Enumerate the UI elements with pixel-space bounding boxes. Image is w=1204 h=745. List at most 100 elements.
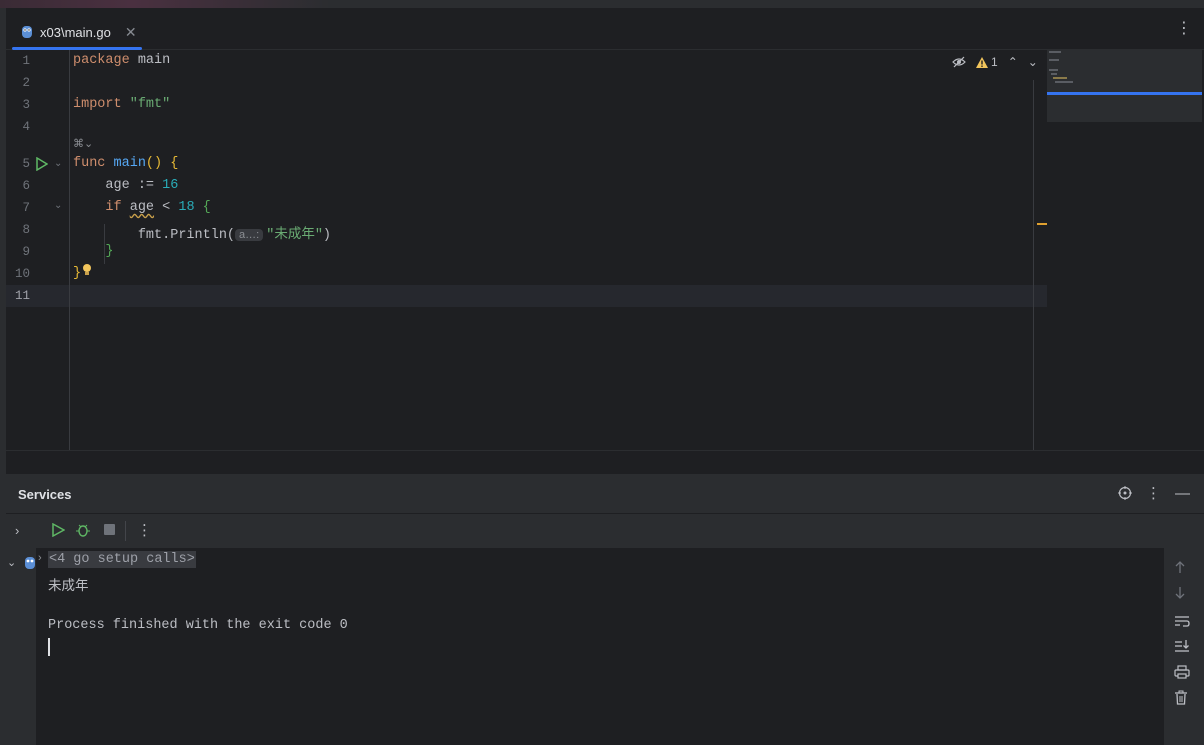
close-brace: } (73, 266, 82, 281)
warning-counter[interactable]: 1 (976, 55, 998, 69)
minimap[interactable] (1047, 50, 1202, 122)
run-icon[interactable] (36, 157, 48, 171)
setup-calls-fold[interactable]: <4 go setup calls> (48, 551, 196, 568)
open-brace: { (170, 156, 179, 171)
current-line-highlight (6, 285, 1047, 307)
expand-chevron-icon[interactable]: › (15, 523, 19, 538)
line-number: 6 (22, 179, 30, 193)
toolbar-separator (125, 521, 126, 541)
lightbulb-icon[interactable] (82, 263, 92, 277)
operator: := (129, 178, 163, 193)
console-output[interactable]: › <4 go setup calls> 未成年 Process finishe… (36, 548, 1164, 745)
trash-icon[interactable] (1174, 690, 1188, 705)
inspection-widget[interactable]: 1 ⌃ ⌄ (952, 55, 1038, 69)
services-header: Services ⋮ — (6, 474, 1204, 514)
chevron-down-icon[interactable]: ⌄ (1028, 55, 1038, 69)
number-literal: 18 (178, 200, 195, 215)
line-number: 10 (14, 267, 30, 281)
eye-off-icon[interactable] (952, 56, 966, 68)
minimap-line (1049, 69, 1058, 71)
services-toolbar: › ⋮ (6, 514, 1204, 548)
string-literal: "未成年" (266, 228, 323, 243)
line-number: 7 (22, 201, 30, 215)
code-line: package main (73, 53, 170, 68)
chevron-down-icon[interactable]: ⌄ (7, 556, 16, 569)
fold-chevron-icon[interactable]: ⌄ (54, 200, 62, 211)
run-icon[interactable] (51, 523, 65, 537)
panel-splitter[interactable] (6, 450, 1204, 474)
crosshair-icon[interactable] (1118, 486, 1132, 500)
text-caret (48, 638, 50, 656)
line-number: 9 (22, 245, 30, 259)
minimap-line (1049, 51, 1061, 53)
keyword: func (73, 156, 106, 171)
more-vertical-icon[interactable]: ⋮ (137, 521, 152, 539)
editor-tab-bar: x03\main.go ✕ ⋮ (6, 8, 1204, 50)
fold-chevron-icon[interactable]: ⌄ (54, 158, 62, 169)
minimap-viewport (1047, 92, 1202, 95)
identifier-warning: age (129, 200, 155, 215)
minimap-line (1049, 59, 1059, 61)
number-literal: 16 (162, 178, 179, 193)
stop-icon[interactable] (103, 523, 116, 536)
gopher-file-icon (22, 26, 32, 38)
close-brace: } (105, 244, 114, 259)
gopher-run-icon[interactable] (24, 556, 36, 570)
code-vision-icon[interactable]: ⌘⌄ (73, 137, 93, 150)
warning-icon (976, 56, 988, 68)
console-line: <4 go setup calls> (48, 551, 196, 568)
function-call: fmt.Println( (137, 228, 236, 243)
arrow-down-icon[interactable] (1174, 586, 1186, 600)
line-number: 8 (22, 223, 30, 237)
tab-main-go[interactable]: x03\main.go ✕ (12, 14, 145, 50)
more-vertical-icon[interactable]: ⋮ (1146, 484, 1161, 502)
chevron-up-icon[interactable]: ⌃ (1008, 55, 1018, 69)
punctuation: ) (322, 228, 332, 243)
console-side-toolbar (1164, 548, 1204, 745)
warning-count: 1 (991, 55, 998, 69)
soft-wrap-icon[interactable] (1174, 614, 1190, 628)
warning-stripe-mark[interactable] (1037, 223, 1047, 225)
code-line: if age < 18 { (73, 200, 211, 215)
string-literal: "fmt" (129, 97, 171, 112)
code-line: } (73, 266, 81, 281)
keyword: package (73, 53, 130, 68)
debug-icon[interactable] (76, 523, 90, 537)
minimap-line (1053, 77, 1067, 79)
title-bar (0, 0, 1204, 8)
more-vertical-icon[interactable]: ⋮ (1176, 18, 1192, 38)
tab-label: x03\main.go (40, 24, 111, 40)
console-output-line: 未成年 (48, 580, 89, 595)
services-tree[interactable]: ⌄ (6, 548, 36, 745)
code-line: age := 16 (73, 178, 178, 193)
title-bar-glow (0, 0, 330, 8)
services-header-actions: ⋮ — (1118, 484, 1190, 502)
services-title: Services (18, 487, 72, 502)
close-icon[interactable]: ✕ (125, 24, 137, 41)
code-line: func main() { (73, 156, 178, 171)
code-editor[interactable]: 1 2 3 4 5 6 7 8 9 10 11 ⌄ ⌄ ⌘⌄ package m… (6, 50, 1204, 450)
line-number: 1 (22, 54, 30, 68)
code-line: fmt.Println(a…: "未成年") (73, 222, 331, 243)
code-line: } (73, 244, 114, 259)
scroll-to-end-icon[interactable] (1174, 639, 1190, 653)
minimap-line (1051, 73, 1057, 75)
fold-arrow-icon[interactable]: › (38, 552, 42, 564)
line-number: 4 (22, 120, 30, 134)
line-number-current: 11 (14, 289, 30, 303)
open-brace: { (202, 200, 211, 215)
code-line: import "fmt" (73, 97, 170, 112)
minimize-icon[interactable]: — (1175, 485, 1190, 502)
punctuation: () (145, 156, 171, 171)
keyword: if (105, 200, 122, 215)
line-number: 3 (22, 98, 30, 112)
operator: < (154, 200, 179, 215)
arrow-up-icon[interactable] (1174, 560, 1186, 574)
print-icon[interactable] (1174, 665, 1190, 679)
services-panel: Services ⋮ — › ⋮ ⌄ › <4 go setup calls> … (6, 474, 1204, 745)
right-margin-guide (1033, 80, 1034, 450)
identifier: main (129, 53, 171, 68)
minimap-line (1055, 81, 1073, 83)
line-number: 2 (22, 76, 30, 90)
identifier: age (105, 178, 130, 193)
